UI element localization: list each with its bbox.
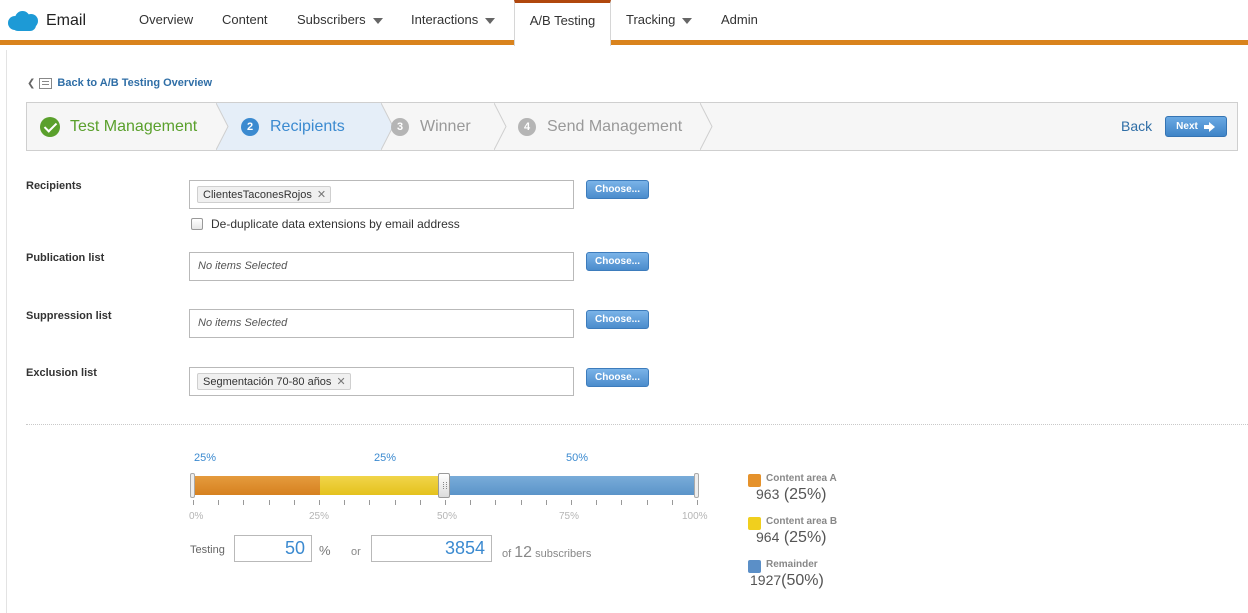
slider-tick [495,500,496,505]
divider [26,424,1248,425]
testing-label: Testing [190,544,225,556]
salesforce-cloud-icon [8,10,40,32]
nav-content[interactable]: Content [222,0,268,40]
slider-tick [218,500,219,505]
nav-overview[interactable]: Overview [139,0,193,40]
remove-tag-icon[interactable]: ✕ [336,375,345,388]
slider-tick [395,500,396,505]
slider-tick [294,500,295,505]
step-separator [494,103,507,150]
split-slider-handle[interactable] [438,473,450,498]
segment-a-bar [193,476,320,495]
next-button[interactable]: Next [1165,116,1227,137]
chevron-down-icon [485,17,496,24]
slider-tick [672,500,673,505]
wizard-steps: Test Management 2 Recipients 3 Winner 4 … [26,102,1238,151]
slider-tick [546,500,547,505]
exclusion-list-field[interactable]: Segmentación 70-80 años ✕ [189,367,574,396]
dedupe-checkbox[interactable] [191,218,203,230]
slider-tick [193,500,194,505]
step-winner[interactable]: 3 Winner [391,103,471,150]
scale-label: 25% [309,511,330,522]
nav-subscribers[interactable]: Subscribers [297,0,383,40]
slider-tick [521,500,522,505]
testing-count-input[interactable]: 3854 [371,535,492,562]
remove-tag-icon[interactable]: ✕ [317,188,326,201]
scale-label: 50% [437,511,458,522]
slider-tick [621,500,622,505]
slider-tick [344,500,345,505]
exclusion-list-label: Exclusion list [26,367,97,379]
top-nav: Email Overview Content Subscribers Inter… [0,0,1248,46]
slider-tick [420,500,421,505]
slider-tick [596,500,597,505]
slider-tick [369,500,370,505]
nav-admin[interactable]: Admin [721,0,758,40]
choose-exclusion-button[interactable]: Choose... [586,368,649,387]
nav-interactions[interactable]: Interactions [411,0,496,40]
suppression-list-label: Suppression list [26,310,112,322]
remainder-bar [444,476,697,495]
recipients-field[interactable]: ClientesTaconesRojos ✕ [189,180,574,209]
chevron-down-icon [372,17,383,24]
step-number-badge: 3 [391,117,409,136]
nav-tracking[interactable]: Tracking [626,0,693,40]
testing-percent-input[interactable]: 50 [234,535,312,562]
scale-label: 0% [189,511,204,522]
segment-b-percent: 25% [374,452,397,464]
slider-tick [243,500,244,505]
publication-list-label: Publication list [26,252,105,264]
nav-ab-testing[interactable]: A/B Testing [514,0,611,46]
slider-tick [697,500,698,505]
choose-recipients-button[interactable]: Choose... [586,180,649,199]
slider-tick [269,500,270,505]
app-title: Email [46,12,87,29]
slider-tick [319,500,320,505]
scale-label: 75% [559,511,580,522]
choose-publication-button[interactable]: Choose... [586,252,649,271]
brand[interactable]: Email [8,9,86,33]
slider-start-cap [190,473,195,498]
chevron-left-icon: ❮ [27,77,36,89]
suppression-list-field[interactable]: No items Selected [189,309,574,338]
or-label: or [351,546,361,558]
slider-end-cap [694,473,699,498]
segment-a-percent: 25% [194,452,217,464]
arrow-right-icon [1203,121,1216,132]
check-circle-icon [40,116,60,137]
scale-label: 100% [682,511,708,522]
slider-tick [571,500,572,505]
of-label: of 12 subscribers [502,544,592,561]
publication-list-field[interactable]: No items Selected [189,252,574,281]
step-recipients[interactable]: 2 Recipients [241,103,345,150]
exclusion-tag: Segmentación 70-80 años ✕ [197,373,351,390]
recipient-tag: ClientesTaconesRojos ✕ [197,186,332,203]
segment-b-bar [320,476,444,495]
percent-sign: % [319,543,331,558]
step-separator [700,103,713,150]
slider-tick [445,500,446,505]
remainder-percent: 50% [566,452,589,464]
chevron-down-icon [682,17,693,24]
list-icon [39,77,53,89]
slider-tick [470,500,471,505]
dedupe-option[interactable]: De-duplicate data extensions by email ad… [191,217,460,231]
step-separator [216,103,229,150]
back-button[interactable]: Back [1121,118,1152,134]
back-to-overview-link[interactable]: ❮ Back to A/B Testing Overview [27,77,212,89]
slider-tick [647,500,648,505]
step-number-badge: 4 [518,117,536,136]
step-test-management[interactable]: Test Management [40,103,197,150]
step-send-management[interactable]: 4 Send Management [518,103,682,150]
choose-suppression-button[interactable]: Choose... [586,310,649,329]
recipients-label: Recipients [26,180,82,192]
step-number-badge: 2 [241,117,259,136]
